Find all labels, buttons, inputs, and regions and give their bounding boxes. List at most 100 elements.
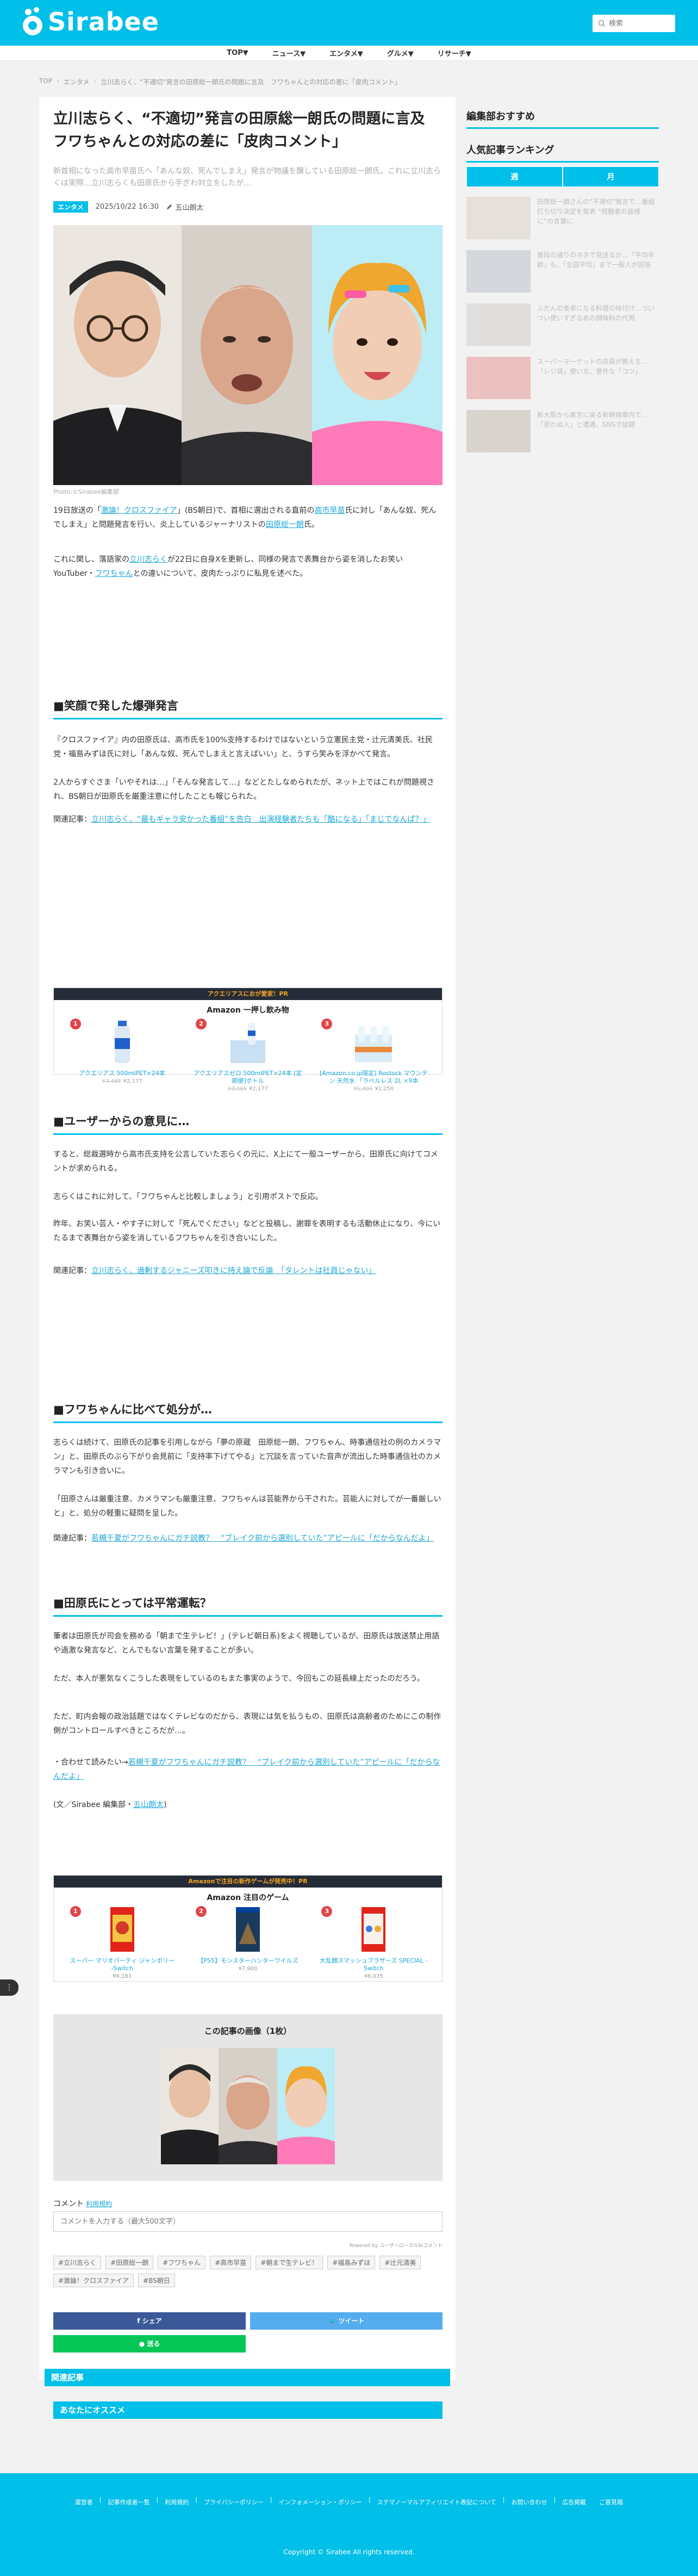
tag[interactable]: #辻元清美 bbox=[379, 2256, 421, 2269]
amazon-ad-games: Amazonで注目の新作ゲームが発売中！PR Amazon 注目のゲーム 1 ス… bbox=[53, 1875, 443, 1982]
paragraph: ただ、本人が悪気なくこうした表現をしているのもまた事実のようで、今回もこの延長線… bbox=[53, 1674, 425, 1683]
ad-product[interactable]: 3 大乱闘スマッシュブラザーズ SPECIAL -Switch ¥6,035 bbox=[319, 1906, 428, 1979]
paragraph: 志らくは続けて、田原氏の記事を引用しながら「夢の原蔵 田原総一朗、フワちゃん、時… bbox=[53, 1438, 441, 1475]
article-lead: 新首相になった高市早苗氏へ「あんな奴、死んでしまえ」発言が物議を醸している田原総… bbox=[53, 167, 441, 188]
tab-monthly[interactable]: 月 bbox=[563, 166, 659, 187]
tag[interactable]: #フワちゃん bbox=[158, 2256, 206, 2269]
footer-links: 運営者 | 記事作成者一覧 | 利用規約 | プライバシーポリシー | インフォメーショ… bbox=[0, 2496, 698, 2509]
tab-weekly[interactable]: 週 bbox=[466, 166, 563, 187]
section-heading: ■ユーザーからの意見に… bbox=[53, 1113, 443, 1135]
search-input[interactable] bbox=[609, 19, 669, 28]
search-box[interactable] bbox=[593, 15, 675, 32]
breadcrumb-category[interactable]: エンタメ bbox=[64, 77, 90, 86]
global-nav: TOP▼ ニュース▼ エンタメ▼ グルメ▼ リサーチ▼ bbox=[0, 46, 698, 61]
ranking-item[interactable]: ふだんの食卓になる料理の味付け…ついつい使いすぎるあの調味料の代用 bbox=[466, 303, 659, 348]
section-heading: ■田原氏にとっては平常運転？ bbox=[53, 1594, 443, 1617]
related-article: 関連記事：立川志らく、過剰するジャニーズ叩きに持え論で反論 「タレントは社員じゃ… bbox=[53, 1267, 376, 1275]
bottle-icon bbox=[114, 1021, 130, 1063]
article-main: 立川志らく、“不適切”発言の田原総一朗氏の問題に言及 フワちゃんとの対応の差に「… bbox=[39, 97, 456, 2419]
author-name: 五山朗太 bbox=[175, 204, 204, 212]
nav-research[interactable]: リサーチ▼ bbox=[438, 48, 471, 58]
ad-product[interactable]: 2 【PS5】モンスターハンターワイルズ ¥7,900 bbox=[194, 1906, 302, 1979]
hero-photo-person-3 bbox=[312, 225, 443, 485]
gallery-thumbnail[interactable] bbox=[161, 2048, 335, 2164]
footer-link[interactable]: 運営者 bbox=[75, 2496, 93, 2509]
footer-link[interactable]: ステマノーマルアフィリエイト表記について bbox=[377, 2496, 496, 2509]
breadcrumb: TOP › エンタメ › 立川志らく、“不適切”発言の田原総一朗氏の問題に言及 フワ… bbox=[39, 77, 401, 86]
ranking-item[interactable]: 新大阪から東京に戻る新幹線車内で…「思わぬ人」と遭遇、SNSで話題 bbox=[466, 410, 659, 455]
ad-product[interactable]: 1 アクエリアス 500mlPET×24本 ¥3,465 ¥2,177 bbox=[68, 1019, 177, 1092]
ad-product-name: 【PS5】モンスターハンターワイルズ bbox=[197, 1957, 298, 1964]
ranking-item[interactable]: 田原総一朗さんの“不適切”発言で…番組打ち切り決定を発表 “視聴者の皆様に”の言… bbox=[466, 197, 659, 241]
twitter-share-button[interactable]: 🐦 ツイート bbox=[250, 2312, 443, 2330]
nav-news[interactable]: ニュース▼ bbox=[272, 48, 306, 58]
tag[interactable]: #激論！クロスファイア bbox=[53, 2274, 134, 2287]
footer-link[interactable]: ご意見箱 bbox=[599, 2496, 623, 2509]
image-gallery: この記事の画像（1枚） bbox=[53, 2014, 443, 2181]
tag-link[interactable]: 立川志らく bbox=[129, 555, 167, 564]
sidebar-pick-title: 編集部おすすめ bbox=[466, 109, 659, 129]
nav-gourmet[interactable]: グルメ▼ bbox=[387, 48, 414, 58]
related-article: ・合わせて読みたい→若槻千夏がフワちゃんにガチ説教？ “ブレイク前から選別してい… bbox=[53, 1758, 440, 1781]
footer-link[interactable]: プライバシーポリシー bbox=[204, 2496, 264, 2509]
hero-image[interactable] bbox=[53, 225, 443, 485]
floating-menu-button[interactable]: ⋮ bbox=[0, 1979, 18, 1996]
footer-link[interactable]: お問い合わせ bbox=[511, 2496, 547, 2509]
tag[interactable]: #高市早苗 bbox=[210, 2256, 252, 2269]
comment-rules-link[interactable]: 利用規約 bbox=[86, 2200, 112, 2208]
ad-product[interactable]: 2 アクエリアスゼロ 500mlPET×24本 [定期便]ボトル ¥3,465 ¥… bbox=[194, 1019, 302, 1092]
breadcrumb-top[interactable]: TOP bbox=[39, 77, 52, 86]
rank-badge: 1 bbox=[70, 1906, 81, 1917]
ad-banner: アクエリアスにおが愛家！PR bbox=[54, 988, 442, 1000]
author[interactable]: 五山朗太 bbox=[166, 202, 203, 212]
rank-badge: 3 bbox=[321, 1019, 333, 1029]
copyright: Copyright © Sirabee All rights reserved. bbox=[283, 2548, 415, 2556]
nav-top[interactable]: TOP▼ bbox=[227, 49, 248, 57]
paragraph: 「田原さんは厳重注意、カメラマンも厳重注意、フワちゃんは芸能界から干された。芸能… bbox=[53, 1495, 441, 1518]
paragraph: これに関し、落語家の立川志らくが22日に自身Xを更新し、同様の発言で表舞台から姿… bbox=[53, 555, 403, 578]
tag-link[interactable]: 激論！クロスファイア bbox=[101, 506, 177, 515]
tag[interactable]: #BS朝日 bbox=[138, 2274, 175, 2287]
facebook-share-button[interactable]: f シェア bbox=[53, 2312, 246, 2330]
article-date: 2025/10/22 16:30 bbox=[95, 203, 159, 211]
ranking-item[interactable]: 普段の通りのネタで見送るか…「平均年齢」も、「全国平均」まで一般人が回答 bbox=[466, 250, 659, 295]
author-link[interactable]: 五山朗太 bbox=[133, 1801, 164, 1809]
related-link[interactable]: 立川志らく、過剰するジャニーズ叩きに持え論で反論 「タレントは社員じゃない」 bbox=[91, 1267, 376, 1275]
tag[interactable]: #朝まで生テレビ！ bbox=[255, 2256, 323, 2269]
footer-link[interactable]: インフォメーション・ポリシー bbox=[278, 2496, 362, 2509]
ranking-item[interactable]: スーパーマーケットの店員が教える…「レジ袋」使い方、意外な「コツ」 bbox=[466, 357, 659, 401]
ad-product-name: [Amazon.co.jp限定] Rostock マウンテン 天然水 「ラベルレ… bbox=[319, 1070, 428, 1084]
tag-link[interactable]: 高市早苗 bbox=[314, 506, 345, 515]
line-share-button[interactable]: ● 送る bbox=[53, 2335, 246, 2352]
related-articles-heading: 関連記事 bbox=[45, 2369, 450, 2386]
tag-link[interactable]: 田原総一朗 bbox=[266, 520, 304, 529]
rank-badge: 2 bbox=[195, 1906, 207, 1917]
gallery-title: この記事の画像（1枚） bbox=[204, 2026, 292, 2036]
footer-link[interactable]: 記事作成者一覧 bbox=[108, 2496, 150, 2509]
related-link[interactable]: 若槻千夏がフワちゃんにガチ説教？ “ブレイク前から選別していた”アピールに「だか… bbox=[91, 1534, 434, 1543]
tag[interactable]: #福島みずほ bbox=[327, 2256, 376, 2269]
footer-link[interactable]: 利用規約 bbox=[165, 2496, 189, 2509]
tag[interactable]: #田原総一朗 bbox=[105, 2256, 154, 2269]
site-footer: 運営者 | 記事作成者一覧 | 利用規約 | プライバシーポリシー | インフォメーショ… bbox=[0, 2473, 698, 2576]
rank-badge: 1 bbox=[70, 1019, 81, 1029]
game-box-icon bbox=[235, 1907, 260, 1952]
footer-link[interactable]: 広告掲載 bbox=[562, 2496, 586, 2509]
sidebar-ranking-title: 人気記事ランキング bbox=[466, 142, 659, 163]
tag-link[interactable]: フワちゃん bbox=[95, 569, 133, 578]
site-header: Sirabee bbox=[0, 0, 698, 46]
ad-product-name: アクエリアスゼロ 500mlPET×24本 [定期便]ボトル bbox=[194, 1070, 302, 1084]
ad-product[interactable]: 3 [Amazon.co.jp限定] Rostock マウンテン 天然水 「ラベ… bbox=[319, 1019, 428, 1092]
paragraph: 筆者は田原氏が司会を務める「朝まで生テレビ！」(テレビ朝日系)をよく視聴している… bbox=[53, 1632, 440, 1655]
twitter-icon: 🐦 bbox=[328, 2317, 339, 2325]
nav-entertainment[interactable]: エンタメ▼ bbox=[329, 48, 363, 58]
comment-input[interactable] bbox=[53, 2211, 443, 2232]
pen-icon bbox=[167, 204, 172, 209]
site-logo[interactable]: Sirabee bbox=[21, 7, 159, 36]
related-link[interactable]: 立川志らく、“最もギャラ安かった番組”を告白 出演経験者たちも「酷になる」「まじ… bbox=[91, 815, 431, 824]
ad-product[interactable]: 1 スーパー マリオパーティ ジャンボリー -Switch ¥6,183 bbox=[68, 1906, 177, 1979]
article-title: 立川志らく、“不適切”発言の田原総一朗氏の問題に言及 フワちゃんとの対応の差に「… bbox=[53, 110, 440, 150]
category-badge[interactable]: エンタメ bbox=[53, 201, 88, 213]
paragraph: 志らくはこれに対して、「フワちゃんと比較しましょう」と引用ポストで反応。 bbox=[53, 1193, 323, 1201]
tag[interactable]: #立川志らく bbox=[53, 2256, 102, 2269]
